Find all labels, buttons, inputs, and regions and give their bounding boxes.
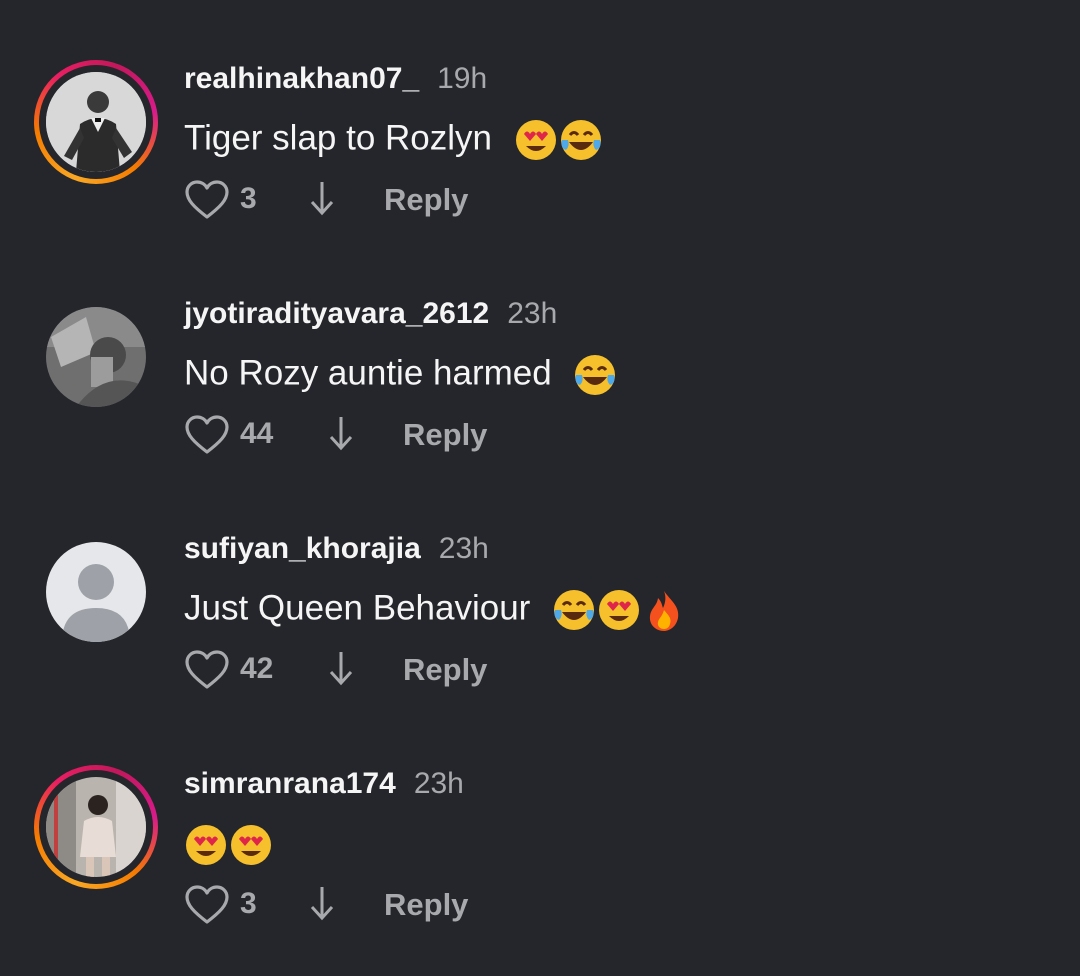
comment-text-body: Tiger slap to Rozlyn <box>184 118 492 158</box>
comment-text: Tiger slap to Rozlyn <box>184 118 603 162</box>
timestamp: 23h <box>507 297 558 330</box>
like-count: 44 <box>240 417 274 450</box>
like-heart-icon[interactable] <box>184 885 230 925</box>
comment-text: No Rozy auntie harmed <box>184 353 617 397</box>
comment-item: sufiyan_khorajia 23h Just Queen Behaviou… <box>0 530 1080 730</box>
avatar-photo <box>46 72 146 172</box>
reply-button[interactable]: Reply <box>403 417 487 453</box>
dislike-arrow-icon[interactable] <box>308 883 336 923</box>
username[interactable]: sufiyan_khorajia <box>184 532 421 566</box>
timestamp: 23h <box>438 532 489 565</box>
heart-eyes-emoji <box>515 120 556 160</box>
avatar[interactable] <box>34 295 158 419</box>
heart-eyes-emoji <box>231 825 271 865</box>
timestamp: 23h <box>413 767 464 800</box>
username[interactable]: realhinakhan07_ <box>184 62 419 96</box>
username[interactable]: simranrana174 <box>184 767 396 801</box>
reply-button[interactable]: Reply <box>403 652 487 688</box>
comment-item: realhinakhan07_ 19h Tiger slap to Rozlyn… <box>0 60 1080 260</box>
avatar[interactable] <box>34 60 158 184</box>
tears-of-joy-emoji <box>560 120 601 160</box>
avatar-photo <box>46 307 146 407</box>
dislike-arrow-icon[interactable] <box>308 178 336 218</box>
dislike-arrow-icon[interactable] <box>327 413 355 453</box>
avatar[interactable] <box>34 530 158 654</box>
comment-item: simranrana174 23h 3 Reply <box>0 765 1080 965</box>
avatar[interactable] <box>34 765 158 889</box>
comment-text <box>184 823 273 867</box>
tears-of-joy-emoji <box>575 355 616 395</box>
heart-eyes-emoji <box>599 590 640 630</box>
heart-eyes-emoji <box>186 825 226 865</box>
username[interactable]: jyotiradityavara_2612 <box>184 297 489 331</box>
default-avatar-icon <box>46 542 146 642</box>
timestamp: 19h <box>437 62 488 95</box>
like-count: 42 <box>240 652 274 685</box>
comment-item: jyotiradityavara_2612 23h No Rozy auntie… <box>0 295 1080 495</box>
like-count: 3 <box>240 887 257 920</box>
avatar-photo <box>46 777 146 877</box>
like-heart-icon[interactable] <box>184 180 230 220</box>
like-heart-icon[interactable] <box>184 415 230 455</box>
reply-button[interactable]: Reply <box>384 182 468 218</box>
reply-button[interactable]: Reply <box>384 887 468 923</box>
comment-text-body: Just Queen Behaviour <box>184 588 531 628</box>
like-count: 3 <box>240 182 257 215</box>
fire-emoji <box>649 591 679 631</box>
like-heart-icon[interactable] <box>184 650 230 690</box>
comment-text-body: No Rozy auntie harmed <box>184 353 552 393</box>
tears-of-joy-emoji <box>554 590 595 630</box>
dislike-arrow-icon[interactable] <box>327 648 355 688</box>
comment-text: Just Queen Behaviour <box>184 588 686 632</box>
